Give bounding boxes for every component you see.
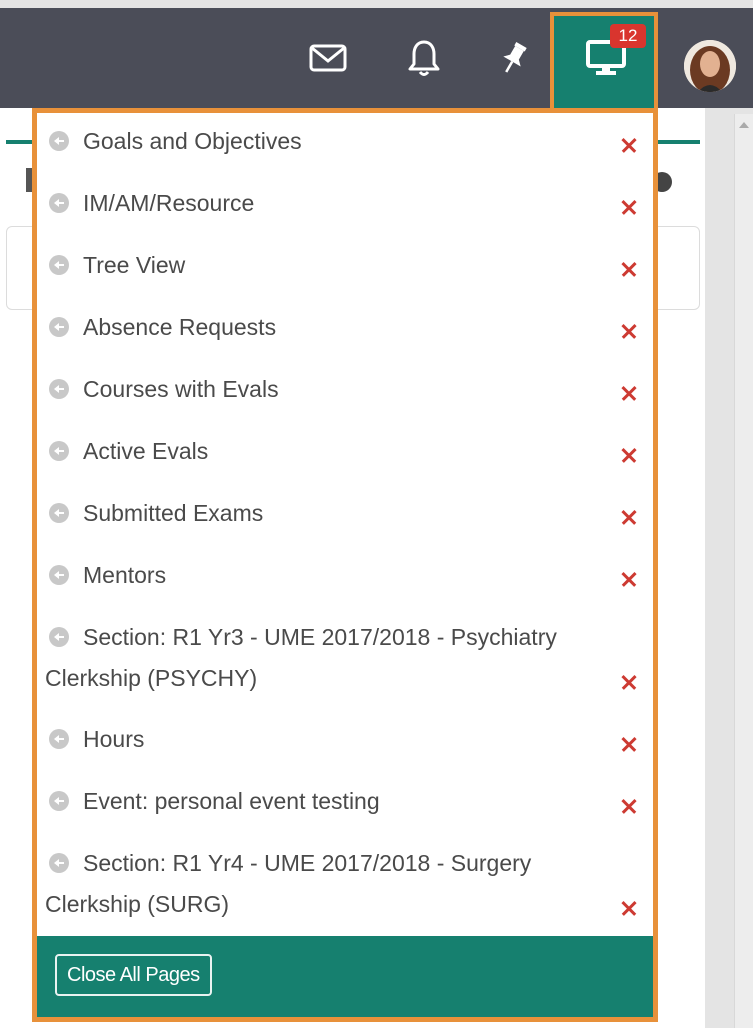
list-item[interactable]: Section: R1 Yr4 - UME 2017/2018 - Surger… <box>37 843 653 925</box>
list-item-label: Event: personal event testing <box>83 788 380 814</box>
list-item[interactable]: Hours <box>37 719 653 760</box>
open-pages-button[interactable]: 12 <box>550 12 658 112</box>
list-item[interactable]: Section: R1 Yr3 - UME 2017/2018 - Psychi… <box>37 617 653 699</box>
list-item-label: Active Evals <box>83 438 209 464</box>
list-item[interactable]: Active Evals <box>37 431 653 472</box>
list-item-label: Absence Requests <box>83 314 277 340</box>
close-icon[interactable] <box>617 320 641 344</box>
close-icon[interactable] <box>617 671 641 695</box>
close-icon[interactable] <box>617 382 641 406</box>
bell-icon[interactable] <box>402 36 446 80</box>
close-icon[interactable] <box>617 897 641 921</box>
arrow-circle-left-icon <box>49 193 69 213</box>
scrollbar[interactable] <box>734 114 753 1028</box>
dropdown-footer: Close All Pages <box>37 936 653 1017</box>
arrow-circle-left-icon <box>49 379 69 399</box>
arrow-circle-left-icon <box>49 853 69 873</box>
arrow-circle-left-icon <box>49 441 69 461</box>
close-icon[interactable] <box>617 568 641 592</box>
close-all-pages-button[interactable]: Close All Pages <box>55 954 212 996</box>
list-item-label: Hours <box>83 726 145 752</box>
list-item[interactable]: Submitted Exams <box>37 493 653 534</box>
list-item-label: Tree View <box>83 252 186 278</box>
arrow-circle-left-icon <box>49 729 69 749</box>
list-item-label: Submitted Exams <box>83 500 264 526</box>
pin-icon[interactable] <box>492 36 536 80</box>
arrow-circle-left-icon <box>49 317 69 337</box>
list-item-label: Section: R1 Yr4 - UME 2017/2018 - Surger… <box>45 850 532 917</box>
arrow-circle-left-icon <box>49 791 69 811</box>
list-item-label: Mentors <box>83 562 167 588</box>
list-item[interactable]: Courses with Evals <box>37 369 653 410</box>
mail-icon[interactable] <box>306 36 350 80</box>
user-avatar[interactable] <box>684 40 736 92</box>
top-nav-bar: 12 <box>0 8 753 112</box>
list-item-label: Courses with Evals <box>83 376 279 402</box>
list-item[interactable]: Goals and Objectives <box>37 121 653 162</box>
list-item-label: Goals and Objectives <box>83 128 302 154</box>
close-icon[interactable] <box>617 444 641 468</box>
scroll-up-arrow-icon[interactable] <box>739 122 749 128</box>
arrow-circle-left-icon <box>49 627 69 647</box>
close-icon[interactable] <box>617 258 641 282</box>
list-item[interactable]: Tree View <box>37 245 653 286</box>
close-icon[interactable] <box>617 196 641 220</box>
list-item-label: IM/AM/Resource <box>83 190 255 216</box>
list-item[interactable]: Absence Requests <box>37 307 653 348</box>
arrow-circle-left-icon <box>49 255 69 275</box>
list-item[interactable]: Mentors <box>37 555 653 596</box>
arrow-circle-left-icon <box>49 565 69 585</box>
list-item[interactable]: Event: personal event testing <box>37 781 653 822</box>
close-icon[interactable] <box>617 733 641 757</box>
arrow-circle-left-icon <box>49 503 69 523</box>
list-item-label: Section: R1 Yr3 - UME 2017/2018 - Psychi… <box>45 624 557 691</box>
arrow-circle-left-icon <box>49 131 69 151</box>
close-icon[interactable] <box>617 506 641 530</box>
close-icon[interactable] <box>617 134 641 158</box>
open-pages-count-badge: 12 <box>610 24 646 48</box>
open-pages-dropdown: Goals and Objectives IM/AM/Resource Tree… <box>32 108 658 1022</box>
list-item[interactable]: IM/AM/Resource <box>37 183 653 224</box>
close-icon[interactable] <box>617 795 641 819</box>
